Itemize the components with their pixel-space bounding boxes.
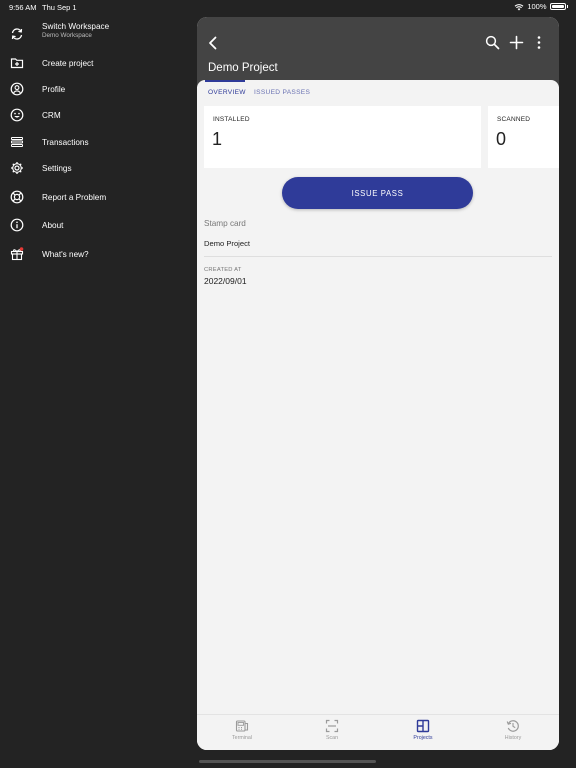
sidebar-item-crm[interactable]: CRM [0, 104, 196, 126]
divider [204, 256, 552, 257]
scan-icon [325, 719, 339, 733]
content-sheet: OVERVIEW ISSUED PASSES INSTALLED 1 SCANN… [197, 80, 559, 750]
more-vertical-icon[interactable] [533, 35, 545, 50]
home-indicator [199, 760, 376, 763]
sidebar-switch-workspace[interactable]: Switch Workspace Demo Workspace [0, 22, 196, 48]
nav-label: Terminal [231, 735, 252, 741]
battery-percent: 100% [527, 2, 547, 11]
tab-issued-passes[interactable]: ISSUED PASSES [254, 89, 310, 96]
sidebar-item-label: About [42, 220, 64, 230]
terminal-icon [235, 720, 249, 732]
list-icon [11, 137, 23, 147]
issue-pass-button[interactable]: ISSUE PASS [282, 177, 473, 209]
status-date: Thu Sep 1 [42, 3, 77, 12]
sidebar-item-profile[interactable]: Profile [0, 78, 196, 100]
nav-terminal[interactable]: Terminal [197, 715, 287, 750]
nav-label: Scan [325, 735, 339, 741]
page-title: Demo Project [208, 62, 278, 74]
battery-tip [566, 5, 568, 8]
gear-icon [11, 162, 23, 174]
nav-projects[interactable]: Projects [378, 715, 468, 750]
stat-value: 0 [496, 129, 507, 149]
tab-bar: OVERVIEW ISSUED PASSES [197, 80, 559, 104]
created-at-value: 2022/09/01 [204, 276, 247, 286]
sidebar-item-label: Create project [42, 58, 94, 68]
project-type: Stamp card [204, 219, 246, 228]
sidebar-item-label: Settings [42, 163, 72, 173]
gift-icon [10, 247, 24, 261]
workspace-name: Demo Workspace [42, 32, 92, 39]
app-bar: Demo Project [197, 17, 559, 87]
nav-scan[interactable]: Scan [287, 715, 377, 750]
smiley-icon [10, 108, 24, 122]
tab-overview[interactable]: OVERVIEW [208, 89, 246, 96]
sync-icon [11, 28, 23, 40]
lifebuoy-icon [10, 190, 24, 204]
nav-label: History [504, 735, 522, 741]
wifi-icon [514, 3, 524, 10]
project-name: Demo Project [204, 239, 251, 248]
stat-card-installed: INSTALLED 1 [204, 106, 481, 168]
sidebar-item-label: Report a Problem [42, 192, 107, 202]
info-icon [10, 218, 24, 232]
folder-plus-icon [10, 58, 24, 69]
user-circle-icon [10, 82, 24, 96]
stat-label: SCANNED [497, 116, 531, 123]
bottom-nav: Terminal Scan Projects History [197, 714, 559, 750]
add-icon[interactable] [509, 35, 524, 50]
sidebar-item-about[interactable]: About [0, 214, 196, 236]
sidebar-item-transactions[interactable]: Transactions [0, 131, 196, 153]
app-screen: 9:56 AM Thu Sep 1 100% Switch Workspace … [0, 0, 576, 768]
workspace-switch-label: Switch Workspace [42, 22, 110, 31]
projects-icon [416, 719, 430, 733]
status-bar: 9:56 AM Thu Sep 1 100% [0, 0, 576, 14]
created-at-label: CREATED AT [204, 267, 242, 273]
sidebar-item-label: CRM [42, 110, 61, 120]
nav-history[interactable]: History [468, 715, 558, 750]
project-detail-panel: Demo Project OVERVIEW ISSUED PASSES INST… [197, 17, 559, 750]
sidebar-item-whats-new[interactable]: What's new? [0, 243, 196, 265]
status-indicators: 100% [514, 2, 568, 11]
tab-indicator [205, 80, 245, 82]
sidebar-item-report-problem[interactable]: Report a Problem [0, 186, 196, 208]
stat-label: INSTALLED [213, 116, 250, 123]
sidebar-item-label: Profile [42, 84, 66, 94]
stat-card-scanned: SCANNED 0 [488, 106, 559, 168]
search-icon[interactable] [485, 35, 500, 50]
back-icon[interactable] [205, 35, 221, 51]
status-time: 9:56 AM [9, 3, 37, 12]
nav-label: Projects [413, 735, 433, 741]
stat-value: 1 [212, 129, 223, 149]
battery-icon [549, 3, 566, 10]
sidebar-item-label: What's new? [42, 249, 89, 259]
sidebar-item-settings[interactable]: Settings [0, 157, 196, 179]
sidebar-item-create-project[interactable]: Create project [0, 52, 196, 74]
history-icon [506, 720, 519, 732]
sidebar-item-label: Transactions [42, 137, 89, 147]
